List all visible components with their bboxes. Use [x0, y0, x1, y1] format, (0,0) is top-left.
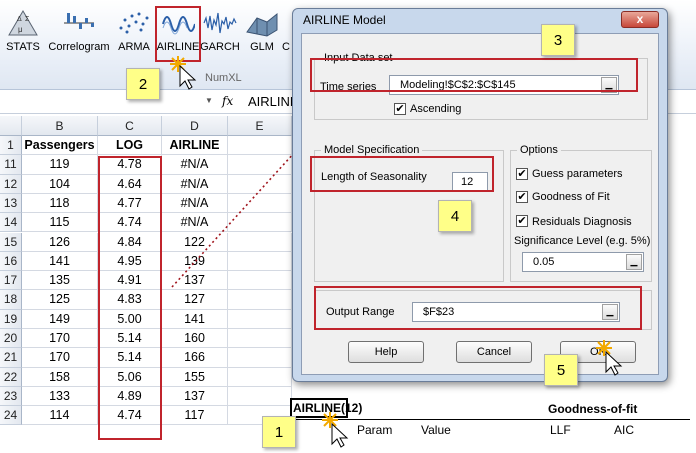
seasonality-highlight: [310, 156, 494, 192]
residuals-diagnosis-checkbox[interactable]: ✔: [516, 215, 528, 227]
model-spec-legend: Model Specification: [324, 144, 420, 156]
callout-1: 1: [262, 416, 296, 448]
time-series-highlight: [310, 58, 638, 92]
significance-value: 0.05: [533, 256, 555, 268]
callout-3: 3: [541, 24, 575, 56]
residuals-diagnosis-label: Residuals Diagnosis: [532, 216, 632, 228]
guess-parameters-checkbox[interactable]: ✔: [516, 168, 528, 180]
callout-2: 2: [126, 68, 160, 100]
options-legend: Options: [520, 144, 558, 156]
cursor-arrow-ok-icon: [596, 340, 623, 376]
output-range-highlight: [314, 286, 642, 330]
dialog-title: AIRLINE Model: [303, 13, 386, 27]
close-button[interactable]: x: [621, 11, 659, 28]
callout-5: 5: [544, 354, 578, 386]
help-button[interactable]: Help: [348, 341, 424, 363]
guess-parameters-label: Guess parameters: [532, 168, 623, 180]
significance-field[interactable]: 0.05 ▁: [522, 252, 644, 272]
cursor-arrow-icon: [170, 56, 197, 90]
cancel-button[interactable]: Cancel: [456, 341, 532, 363]
ascending-checkbox[interactable]: ✔: [394, 103, 406, 115]
significance-picker-icon[interactable]: ▁: [626, 254, 642, 270]
callout-4: 4: [438, 200, 472, 232]
ascending-label: Ascending: [410, 103, 462, 115]
significance-label: Significance Level (e.g. 5%): [514, 235, 651, 247]
goodness-of-fit-label: Goodness of Fit: [532, 191, 610, 203]
goodness-of-fit-checkbox[interactable]: ✔: [516, 191, 528, 203]
cursor-arrow-cell-icon: [322, 412, 349, 448]
